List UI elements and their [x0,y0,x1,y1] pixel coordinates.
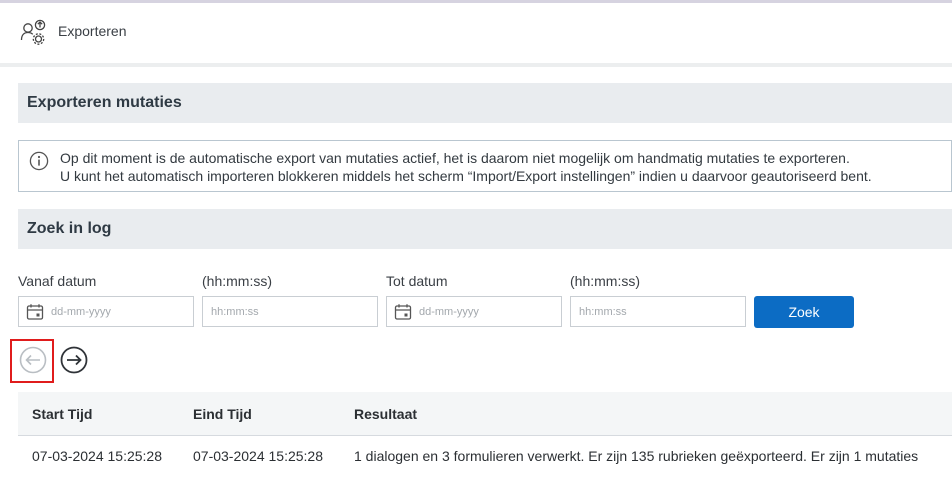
cell-resultaat: 1 dialogen en 3 formulieren verwerkt. Er… [354,448,919,464]
section-zoek-in-log: Zoek in log [18,209,952,249]
from-date-label: Vanaf datum [18,273,97,289]
section-title-log: Zoek in log [27,220,112,237]
arrow-left-circle-icon[interactable] [18,345,48,375]
column-header-start: Start Tijd [32,406,93,422]
table-divider [18,435,952,436]
calendar-icon[interactable] [394,303,412,321]
from-time-field[interactable] [202,296,378,327]
info-line-2: U kunt het automatisch importeren blokke… [60,168,872,184]
to-date-field[interactable] [386,296,562,327]
user-export-settings-icon [20,19,46,45]
from-time-input[interactable] [211,305,341,319]
info-message: Op dit moment is de automatische export … [18,140,952,192]
from-date-field[interactable] [18,296,194,327]
column-header-resultaat: Resultaat [354,406,418,422]
search-button[interactable]: Zoek [754,296,854,328]
info-icon [29,151,49,171]
page-header: Exporteren [0,3,952,63]
info-line-1: Op dit moment is de automatische export … [60,150,850,166]
header-divider [0,63,952,67]
to-time-label: (hh:mm:ss) [570,273,640,289]
cell-start-tijd: 07-03-2024 15:25:28 [32,448,162,464]
to-date-label: Tot datum [386,273,448,289]
to-time-field[interactable] [570,296,746,327]
page-title: Exporteren [58,23,127,39]
calendar-icon[interactable] [26,303,44,321]
cell-eind-tijd: 07-03-2024 15:25:28 [193,448,323,464]
to-date-input[interactable] [419,305,549,319]
from-time-label: (hh:mm:ss) [202,273,272,289]
table-header [18,392,952,435]
arrow-right-circle-icon[interactable] [59,345,89,375]
section-title-export: Exporteren mutaties [27,94,182,111]
section-export-mutaties: Exporteren mutaties [18,83,952,123]
column-header-eind: Eind Tijd [193,406,252,422]
from-date-input[interactable] [51,305,181,319]
to-time-input[interactable] [579,305,709,319]
